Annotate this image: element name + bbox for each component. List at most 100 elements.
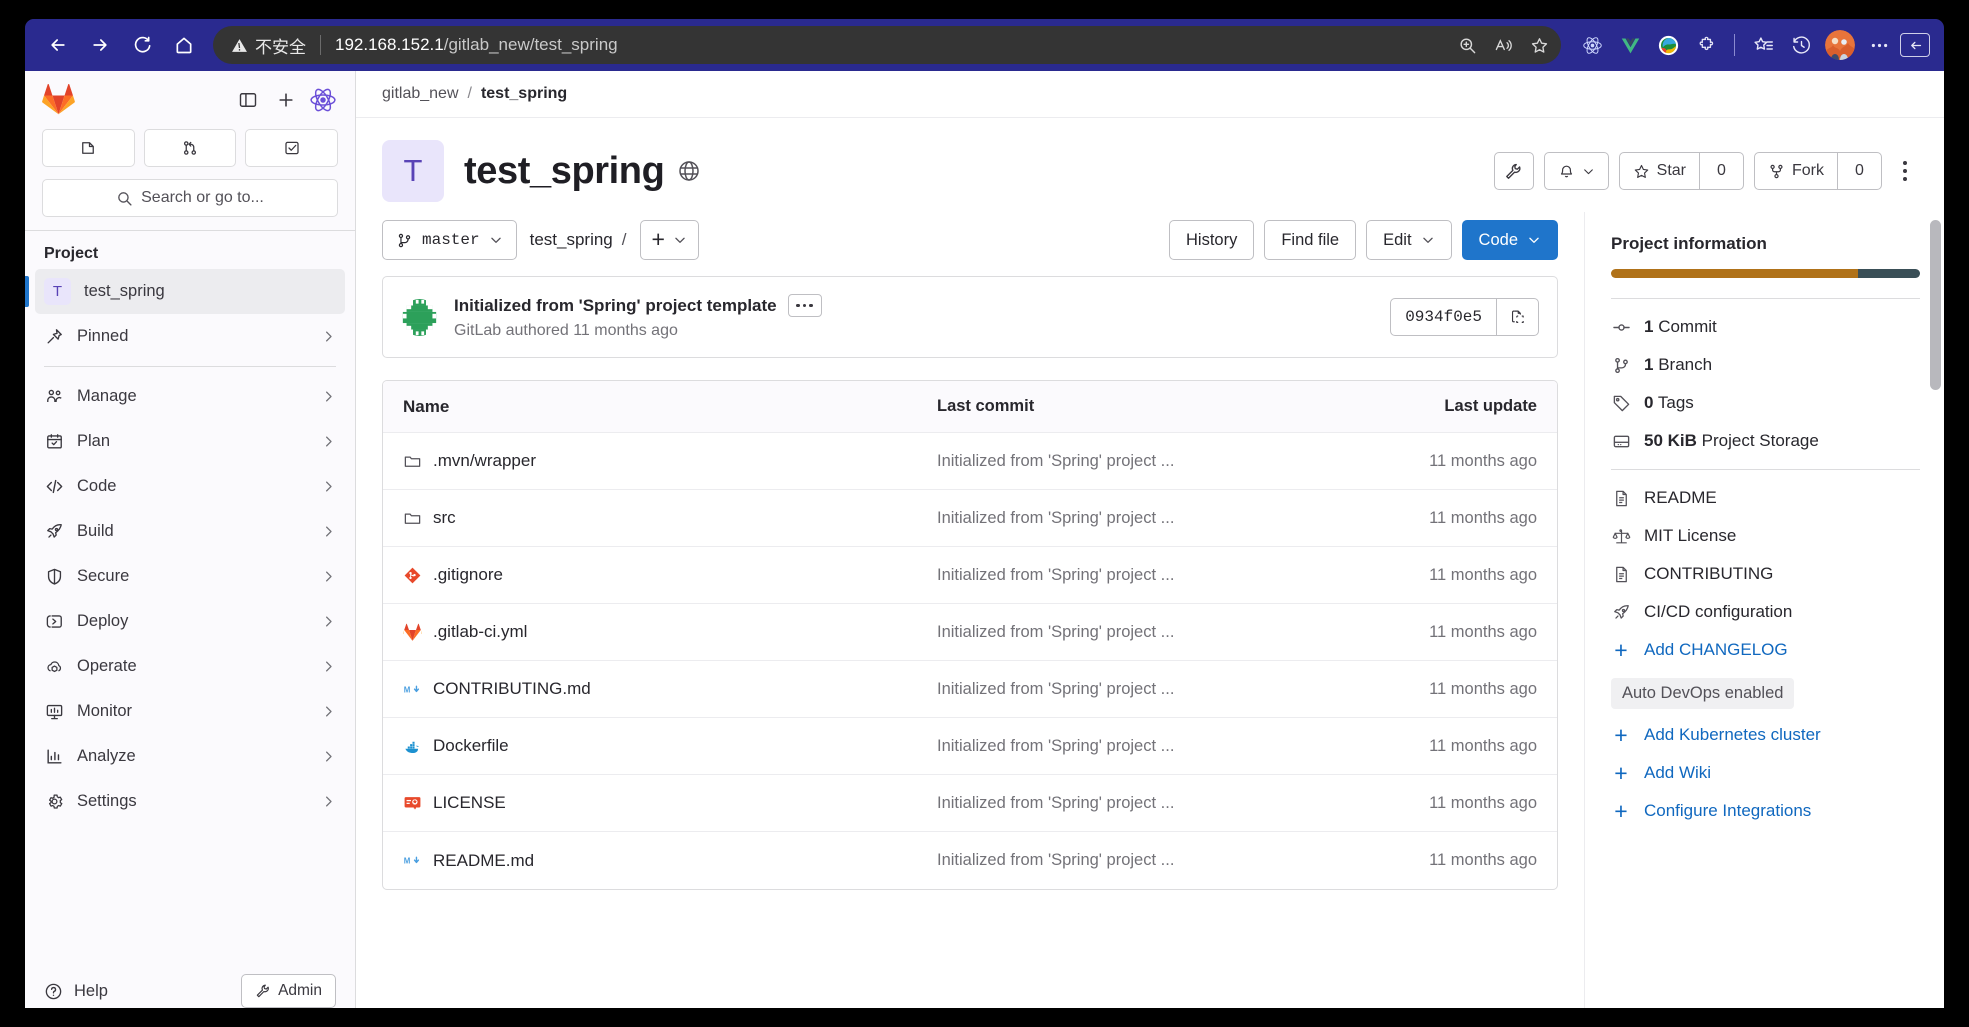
history-icon[interactable] xyxy=(1784,28,1818,62)
add-wiki-link[interactable]: + Add Wiki xyxy=(1611,761,1920,784)
profile-avatar[interactable] xyxy=(1825,30,1855,60)
history-button[interactable]: History xyxy=(1168,220,1255,260)
breadcrumb-group[interactable]: gitlab_new xyxy=(382,85,459,103)
file-name[interactable]: README.md xyxy=(433,851,534,871)
security-warning[interactable]: 不安全 xyxy=(231,33,306,58)
find-file-button[interactable]: Find file xyxy=(1264,220,1357,260)
sidebar-item-plan[interactable]: Plan xyxy=(35,419,345,464)
commit-sha[interactable]: 0934f0e5 xyxy=(1391,299,1496,335)
commit-message[interactable]: Initialized from 'Spring' project templa… xyxy=(454,296,777,316)
fork-button[interactable]: Fork 0 xyxy=(1754,152,1882,190)
create-new-button[interactable] xyxy=(270,85,302,115)
sidebar-item-label: Operate xyxy=(77,657,137,675)
stat-commits[interactable]: 1 Commit xyxy=(1611,317,1920,337)
add-changelog-link[interactable]: + Add CHANGELOG xyxy=(1611,638,1920,661)
globe-extension-icon[interactable] xyxy=(1651,28,1685,62)
scrollbar-thumb[interactable] xyxy=(1930,220,1941,390)
read-aloud-icon[interactable] xyxy=(1487,29,1519,61)
sidebar-item-operate[interactable]: Operate xyxy=(35,644,345,689)
search-input[interactable]: Search or go to... xyxy=(42,179,338,217)
help-button[interactable]: Help xyxy=(44,982,108,1001)
extension-badge-icon[interactable] xyxy=(308,85,338,115)
link-contributing[interactable]: CONTRIBUTING xyxy=(1611,564,1920,584)
sidebar-item-analyze[interactable]: Analyze xyxy=(35,734,345,779)
puzzle-extension-icon[interactable] xyxy=(1689,28,1723,62)
vue-extension-icon[interactable] xyxy=(1613,28,1647,62)
favorites-icon[interactable] xyxy=(1523,29,1555,61)
breadcrumb-project[interactable]: test_spring xyxy=(481,85,567,103)
branch-selector[interactable]: master xyxy=(382,220,517,260)
zoom-icon[interactable] xyxy=(1451,29,1483,61)
file-commit: Initialized from 'Spring' project ... xyxy=(937,851,1175,869)
sidebar-item-pinned[interactable]: Pinned xyxy=(35,314,345,359)
sidebar-item-manage[interactable]: Manage xyxy=(35,374,345,419)
file-name[interactable]: .gitignore xyxy=(433,565,503,585)
copy-icon[interactable] xyxy=(1496,299,1538,335)
add-kubernetes-cluster-link[interactable]: + Add Kubernetes cluster xyxy=(1611,723,1920,746)
sidebar-item-settings[interactable]: Settings xyxy=(35,779,345,824)
file-name[interactable]: src xyxy=(433,508,456,528)
commit-expand-button[interactable] xyxy=(787,294,822,317)
chevron-right-icon xyxy=(321,794,336,809)
file-name[interactable]: Dockerfile xyxy=(433,736,509,756)
file-name[interactable]: LICENSE xyxy=(433,793,506,813)
sidebar-item-build[interactable]: Build xyxy=(35,509,345,554)
forward-button[interactable] xyxy=(81,26,119,64)
language-segment-other[interactable] xyxy=(1858,269,1920,278)
issues-icon[interactable] xyxy=(42,129,135,167)
last-commit-card: Initialized from 'Spring' project templa… xyxy=(382,276,1558,358)
table-row[interactable]: .gitlab-ci.yml Initialized from 'Spring'… xyxy=(383,604,1557,661)
reload-button[interactable] xyxy=(123,26,161,64)
table-row[interactable]: M README.md Initialized from 'Spring' pr… xyxy=(383,832,1557,889)
table-row[interactable]: Dockerfile Initialized from 'Spring' pro… xyxy=(383,718,1557,775)
home-button[interactable] xyxy=(165,26,203,64)
scrollbar[interactable] xyxy=(1930,220,1941,1008)
table-row[interactable]: src Initialized from 'Spring' project ..… xyxy=(383,490,1557,547)
code-button[interactable]: Code xyxy=(1461,220,1558,260)
link-readme[interactable]: README xyxy=(1611,488,1920,508)
stat-storage[interactable]: 50 KiB Project Storage xyxy=(1611,431,1920,451)
link-cicd-configuration[interactable]: CI/CD configuration xyxy=(1611,602,1920,622)
sidebar-item-test-spring[interactable]: T test_spring xyxy=(25,269,345,314)
collections-icon[interactable] xyxy=(1746,28,1780,62)
admin-button[interactable]: Admin xyxy=(241,974,336,1008)
todos-icon[interactable] xyxy=(245,129,339,167)
monitor-icon xyxy=(44,702,64,722)
merge-request-icon[interactable] xyxy=(143,129,237,167)
back-button[interactable] xyxy=(39,26,77,64)
sidebar-item-secure[interactable]: Secure xyxy=(35,554,345,599)
page-title: test_spring xyxy=(464,149,665,192)
edit-button[interactable]: Edit xyxy=(1366,220,1452,260)
address-bar[interactable]: 不安全 192.168.152.1/gitlab_new/test_spring xyxy=(213,26,1561,64)
sidebar-item-code[interactable]: Code xyxy=(35,464,345,509)
sidebar-item-deploy[interactable]: Deploy xyxy=(35,599,345,644)
path-root[interactable]: test_spring xyxy=(530,230,613,250)
table-row[interactable]: M CONTRIBUTING.md Initialized from 'Spri… xyxy=(383,661,1557,718)
url-text: 192.168.152.1/gitlab_new/test_spring xyxy=(335,35,618,55)
react-extension-icon[interactable] xyxy=(1575,28,1609,62)
commit-author-avatar xyxy=(401,298,438,336)
stat-branches[interactable]: 1 Branch xyxy=(1611,355,1920,375)
commit-details: Initialized from 'Spring' project templa… xyxy=(454,294,822,340)
add-to-repository-button[interactable]: + xyxy=(639,220,699,260)
browser-essentials-icon[interactable] xyxy=(1900,33,1930,57)
table-row[interactable]: .gitignore Initialized from 'Spring' pro… xyxy=(383,547,1557,604)
file-name[interactable]: .mvn/wrapper xyxy=(433,451,536,471)
stat-tags[interactable]: 0 Tags xyxy=(1611,393,1920,413)
configure-integrations-link[interactable]: + Configure Integrations xyxy=(1611,799,1920,822)
more-actions-button[interactable] xyxy=(1892,161,1918,181)
gitlab-logo-icon[interactable] xyxy=(42,83,75,115)
notifications-button[interactable] xyxy=(1543,152,1609,190)
manage-project-button[interactable] xyxy=(1493,152,1534,190)
link-license[interactable]: MIT License xyxy=(1611,526,1920,546)
sidebar-toggle-button[interactable] xyxy=(232,85,264,115)
file-name[interactable]: CONTRIBUTING.md xyxy=(433,679,591,699)
sidebar-item-monitor[interactable]: Monitor xyxy=(35,689,345,734)
file-name[interactable]: .gitlab-ci.yml xyxy=(433,622,527,642)
settings-more-icon[interactable] xyxy=(1862,28,1896,62)
table-row[interactable]: LICENSE Initialized from 'Spring' projec… xyxy=(383,775,1557,832)
security-label: 不安全 xyxy=(255,37,306,57)
table-row[interactable]: .mvn/wrapper Initialized from 'Spring' p… xyxy=(383,433,1557,490)
star-button[interactable]: Star 0 xyxy=(1618,152,1744,190)
language-segment-java[interactable] xyxy=(1611,269,1859,278)
